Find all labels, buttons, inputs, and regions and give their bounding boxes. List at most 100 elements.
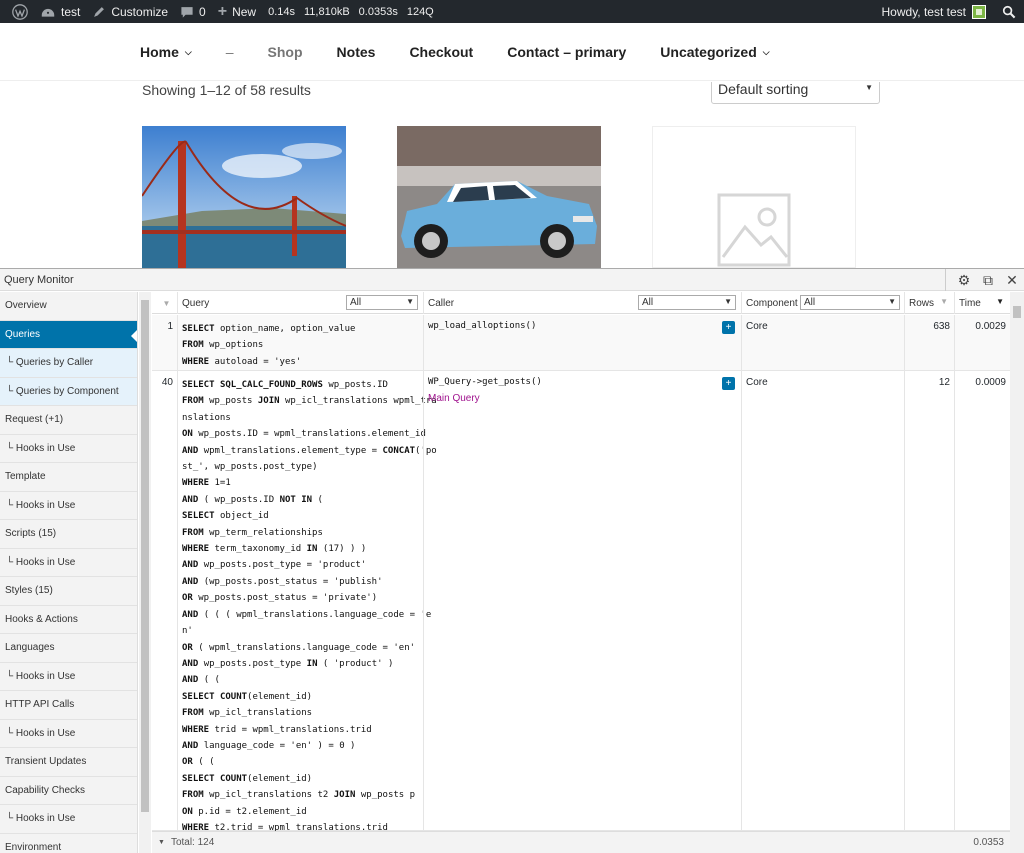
sql-line: SELECT object_id xyxy=(182,508,419,524)
nav-item-home[interactable]: Home⌵ xyxy=(140,44,192,60)
qm-nav-http-hooks[interactable]: └ Hooks in Use xyxy=(0,720,137,749)
query-filter-select[interactable]: All▼ xyxy=(346,295,418,310)
qm-nav-request-hooks[interactable]: └ Hooks in Use xyxy=(0,435,137,464)
qm-nav-label: └ Hooks in Use xyxy=(6,813,75,824)
product-image-golden-gate[interactable] xyxy=(142,126,346,268)
column-label: Time xyxy=(959,298,981,309)
component-filter-select[interactable]: All▼ xyxy=(800,295,900,310)
qm-nav-label: └ Queries by Component xyxy=(6,386,119,397)
nav-item-label: Uncategorized xyxy=(660,44,756,60)
sql-line: SELECT SQL_CALC_FOUND_ROWS wp_posts.ID xyxy=(182,377,419,393)
nav-item-shop[interactable]: Shop xyxy=(268,44,303,60)
nav-item-notes[interactable]: Notes xyxy=(337,44,376,60)
qm-nav-request[interactable]: Request (+1) xyxy=(0,406,137,435)
sorting-select[interactable]: Default sorting ▼ xyxy=(711,82,880,104)
qm-time: 0.14s xyxy=(268,6,295,18)
sql-line: SELECT option_name, option_value xyxy=(182,321,419,337)
qm-nav-styles[interactable]: Styles (15) xyxy=(0,577,137,606)
expand-button[interactable]: + xyxy=(722,321,735,334)
nav-item-checkout[interactable]: Checkout xyxy=(409,44,473,60)
sql-line: FROM wp_posts JOIN wp_icl_translations w… xyxy=(182,393,419,409)
new-content-link[interactable]: + New xyxy=(212,0,262,23)
sql-line: AND ( wp_posts.ID NOT IN ( xyxy=(182,492,419,508)
sql-line: n' xyxy=(182,623,419,639)
qm-nav-queries-by-component[interactable]: └ Queries by Component xyxy=(0,378,137,407)
product-placeholder-image[interactable] xyxy=(652,126,856,268)
customize-link[interactable]: Customize xyxy=(86,0,174,23)
expand-button[interactable]: + xyxy=(722,377,735,390)
qm-nav-scripts-hooks[interactable]: └ Hooks in Use xyxy=(0,549,137,578)
table-row: 40 SELECT SQL_CALC_FOUND_ROWS wp_posts.I… xyxy=(152,371,1010,831)
qm-nav-label: Request (+1) xyxy=(5,414,63,425)
qm-nav-label: Scripts (15) xyxy=(5,528,56,539)
qm-nav-queries[interactable]: Queries xyxy=(0,321,137,350)
nav-item-dash[interactable]: – xyxy=(226,44,234,60)
qm-nav-template[interactable]: Template xyxy=(0,463,137,492)
qm-nav-label: Languages xyxy=(5,642,55,653)
sql-line: AND (wp_posts.post_status = 'publish' xyxy=(182,574,419,590)
total-count: Total: 124 xyxy=(171,837,214,848)
qm-query-count: 124Q xyxy=(407,6,434,18)
product-image-car[interactable] xyxy=(397,126,601,268)
query-sql: SELECT option_name, option_valueFROM wp_… xyxy=(177,315,423,370)
qm-sidebar-scrollbar[interactable] xyxy=(139,292,151,853)
query-time: 0.0029 xyxy=(954,315,1010,370)
avatar xyxy=(972,5,986,19)
qm-nav-languages[interactable]: Languages xyxy=(0,634,137,663)
customize-label: Customize xyxy=(111,5,168,19)
sql-line: WHERE 1=1 xyxy=(182,475,419,491)
qm-nav-capability-hooks[interactable]: └ Hooks in Use xyxy=(0,805,137,834)
nav-item-contact[interactable]: Contact – primary xyxy=(507,44,626,60)
query-monitor-stats[interactable]: 0.14s 11,810kB 0.0353s 124Q xyxy=(262,0,440,23)
sql-text: SELECT option_name, option_valueFROM wp_… xyxy=(182,321,419,370)
qm-sidebar: Overview Queries └ Queries by Caller └ Q… xyxy=(0,292,138,853)
site-navigation: Home⌵ – Shop Notes Checkout Contact – pr… xyxy=(0,23,1024,81)
caller-filter-select[interactable]: All▼ xyxy=(638,295,736,310)
qm-table-header: ▼ Query All▼ Caller All▼ Component All▼ xyxy=(152,292,1010,314)
my-account-link[interactable]: Howdy, test test xyxy=(876,0,994,23)
sql-line: OR ( ( xyxy=(182,754,419,770)
new-label: New xyxy=(232,5,256,19)
query-time: 0.0009 xyxy=(954,371,1010,830)
comments-link[interactable]: 0 xyxy=(174,0,212,23)
query-number: 40 xyxy=(152,371,177,830)
wordpress-logo-icon[interactable] xyxy=(6,0,34,23)
nav-item-label: Contact – primary xyxy=(507,44,626,60)
qm-nav-environment[interactable]: Environment xyxy=(0,834,137,853)
qm-nav-overview[interactable]: Overview xyxy=(0,292,137,321)
qm-nav-transient-updates[interactable]: Transient Updates xyxy=(0,748,137,777)
sort-icon[interactable]: ▼ xyxy=(152,292,177,314)
nav-item-uncategorized[interactable]: Uncategorized⌵ xyxy=(660,44,769,60)
column-label: Component xyxy=(746,298,798,309)
nav-item-label: Notes xyxy=(337,44,376,60)
qm-nav-scripts[interactable]: Scripts (15) xyxy=(0,520,137,549)
close-icon[interactable]: ✕ xyxy=(1000,272,1024,289)
column-header-time[interactable]: Time ▼ xyxy=(954,292,1010,314)
search-icon[interactable] xyxy=(994,0,1024,23)
qm-nav-languages-hooks[interactable]: └ Hooks in Use xyxy=(0,663,137,692)
query-component: Core xyxy=(741,371,904,830)
qm-nav-label: └ Queries by Caller xyxy=(6,357,93,368)
sql-line: FROM wp_options xyxy=(182,337,419,353)
qm-main-scrollbar[interactable] xyxy=(1010,292,1024,853)
column-label: Caller xyxy=(428,298,454,309)
sql-text: SELECT SQL_CALC_FOUND_ROWS wp_posts.IDFR… xyxy=(182,377,419,836)
sql-line: AND ( ( ( wpml_translations.language_cod… xyxy=(182,607,419,623)
column-label: Query xyxy=(182,298,209,309)
gear-icon[interactable]: ⚙ xyxy=(952,272,976,289)
qm-nav-capability-checks[interactable]: Capability Checks xyxy=(0,777,137,806)
comments-count: 0 xyxy=(199,5,206,19)
site-name-link[interactable]: test xyxy=(34,0,86,23)
qm-nav-hooks-actions[interactable]: Hooks & Actions xyxy=(0,606,137,635)
qm-nav-template-hooks[interactable]: └ Hooks in Use xyxy=(0,492,137,521)
filter-value: All xyxy=(350,297,361,308)
qm-nav-label: └ Hooks in Use xyxy=(6,728,75,739)
sql-line: AND language_code = 'en' ) = 0 ) xyxy=(182,738,419,754)
nav-item-label: Home xyxy=(140,44,179,60)
howdy-label: Howdy, test test xyxy=(882,5,966,19)
qm-nav-http-api-calls[interactable]: HTTP API Calls xyxy=(0,691,137,720)
sql-line: SELECT COUNT(element_id) xyxy=(182,771,419,787)
dock-icon[interactable]: ⧉ xyxy=(976,272,1000,289)
qm-nav-queries-by-caller[interactable]: └ Queries by Caller xyxy=(0,349,137,378)
column-header-rows[interactable]: Rows ▼ xyxy=(904,292,954,314)
